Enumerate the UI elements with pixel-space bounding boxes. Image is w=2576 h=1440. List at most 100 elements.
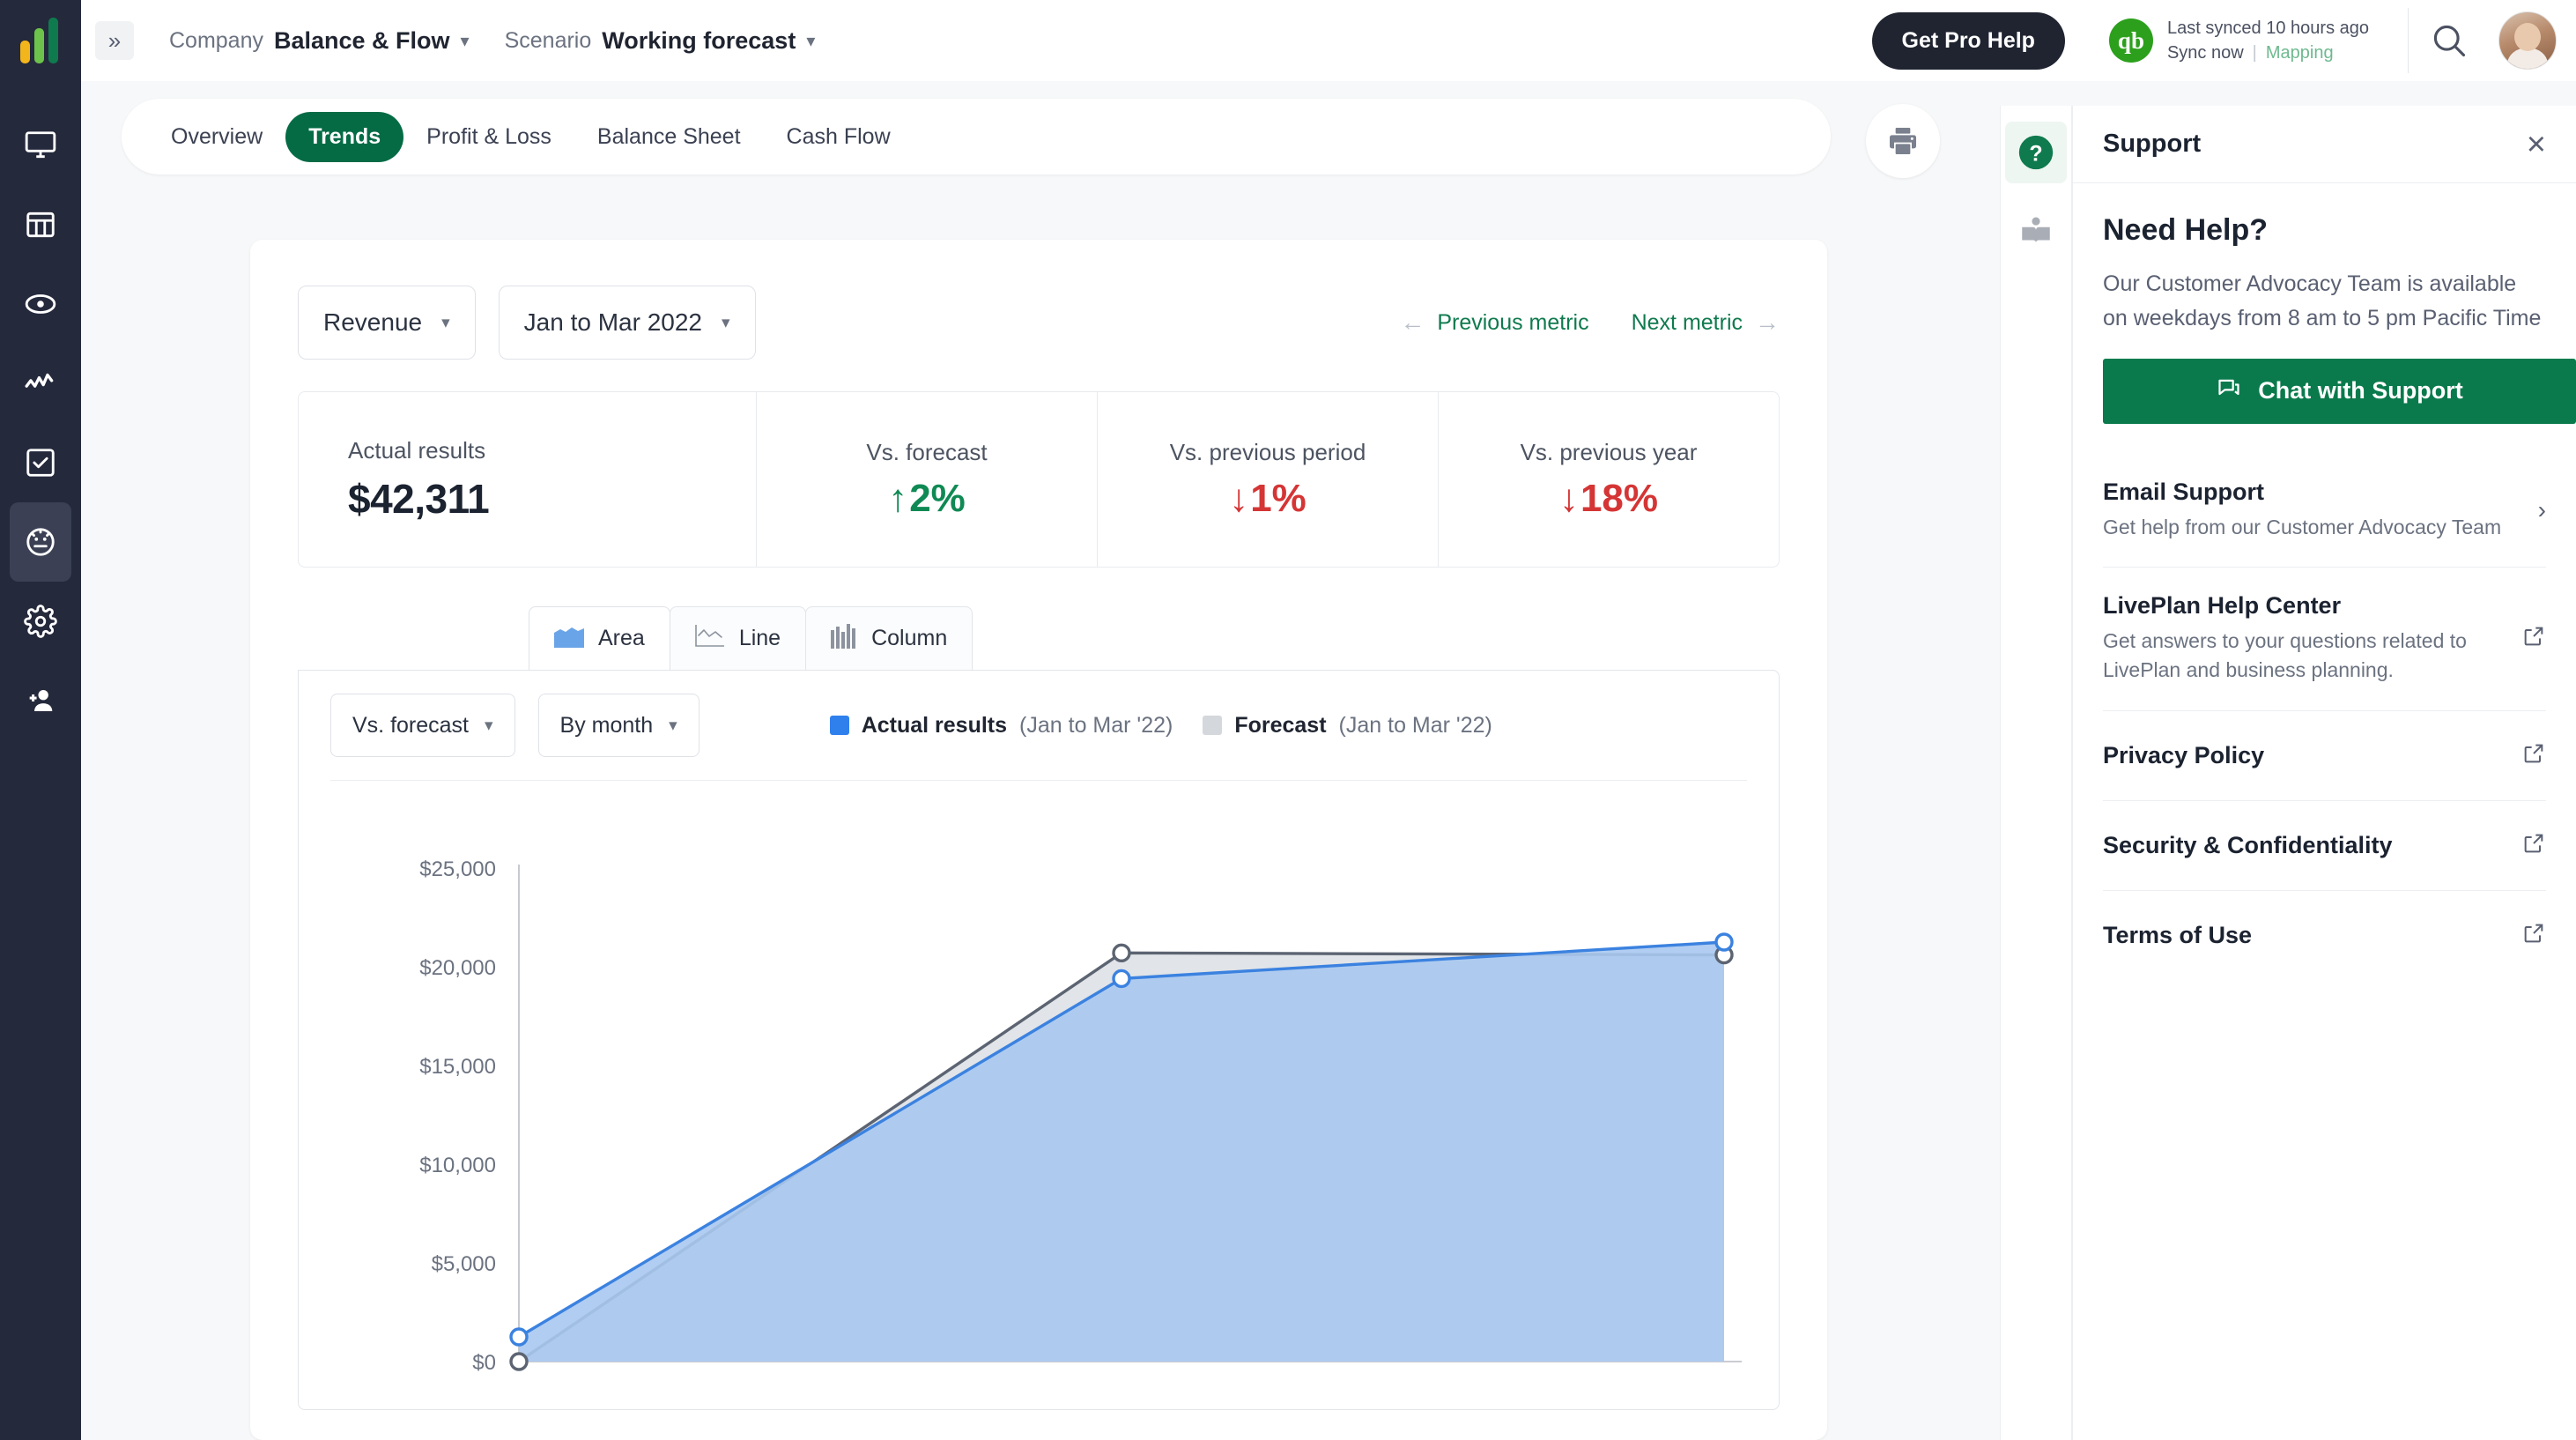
kpi-label: Actual results [348, 437, 485, 464]
support-row-text: Security & Confidentiality [2103, 832, 2507, 859]
sidebar-item-dashboard[interactable] [10, 106, 71, 185]
svg-text:?: ? [2029, 142, 2042, 167]
chart-point[interactable] [1114, 945, 1129, 961]
kpi-value: ↑2% [888, 477, 966, 521]
sidebar-expand-icon[interactable]: » [95, 21, 134, 60]
chart-tab-area[interactable]: Area [529, 606, 670, 670]
period-dropdown[interactable]: Jan to Mar 2022 ▾ [499, 286, 756, 360]
line-chart-icon [695, 624, 725, 653]
next-metric-label: Next metric [1632, 310, 1743, 336]
chart-tab-label: Column [871, 626, 947, 651]
tab-overview[interactable]: Overview [148, 112, 285, 162]
link-separator: | [2253, 43, 2257, 63]
chevron-down-icon: ▾ [806, 30, 815, 52]
arrow-up-icon: ↑ [888, 477, 907, 521]
company-selector[interactable]: Company Balance & Flow ▾ [169, 27, 470, 55]
support-row-title: LivePlan Help Center [2103, 592, 2507, 620]
legend-swatch [830, 716, 849, 735]
metric-dropdown-value: Revenue [323, 308, 422, 337]
sidebar-item-performance-trends[interactable] [10, 344, 71, 423]
support-row-title: Terms of Use [2103, 922, 2507, 949]
sidebar-item-invite-user[interactable] [10, 661, 71, 740]
y-axis-tick-label: $0 [472, 1351, 496, 1375]
external-link-icon [2521, 741, 2546, 770]
chat-bubble-icon [2216, 375, 2242, 406]
area-chart-icon [554, 625, 584, 652]
sidebar-item-pitch[interactable] [10, 264, 71, 344]
support-row-text: LivePlan Help Center Get answers to your… [2103, 592, 2507, 686]
support-panel-header: Support × [2073, 106, 2576, 183]
support-row-security-confidentiality[interactable]: Security & Confidentiality [2103, 800, 2546, 890]
knowledge-base-icon[interactable] [2005, 201, 2067, 263]
y-axis-tick-label: $25,000 [419, 857, 496, 881]
report-tabs: Overview Trends Profit & Loss Balance Sh… [122, 99, 1831, 174]
support-panel: Support × Need Help? Our Customer Advoca… [2072, 106, 2576, 1440]
chevron-down-icon: ▾ [461, 30, 470, 52]
chart-point[interactable] [511, 1354, 527, 1369]
legend-label: Forecast [1234, 713, 1326, 739]
chart-tab-line[interactable]: Line [670, 606, 806, 670]
external-link-icon [2521, 831, 2546, 860]
sidebar-item-settings[interactable] [10, 582, 71, 661]
support-row-text: Email Support Get help from our Customer… [2103, 479, 2524, 542]
chart-tab-label: Area [598, 626, 645, 651]
mapping-link[interactable]: Mapping [2266, 43, 2334, 63]
liveplan-logo-icon[interactable] [0, 0, 81, 81]
arrow-left-icon: ← [1400, 308, 1425, 337]
chat-with-support-button[interactable]: Chat with Support [2103, 359, 2576, 424]
legend-item-forecast[interactable]: Forecast (Jan to Mar '22) [1203, 713, 1492, 739]
arrow-down-icon: ↓ [1229, 477, 1248, 521]
chart-point[interactable] [1716, 934, 1732, 950]
kpi-vs-previous-year: Vs. previous year ↓18% [1439, 392, 1779, 567]
chevron-down-icon: ▾ [485, 716, 493, 736]
kpi-label: Vs. forecast [866, 439, 987, 466]
support-row-help-center[interactable]: LivePlan Help Center Get answers to your… [2103, 567, 2546, 710]
quickbooks-sync-block: qb Last synced 10 hours ago Sync now | M… [2109, 8, 2409, 73]
chevron-down-icon: ▾ [669, 716, 677, 736]
sidebar-item-milestones[interactable] [10, 423, 71, 502]
sidebar-item-support[interactable] [10, 502, 71, 582]
left-nav-items [10, 106, 71, 740]
get-pro-help-button[interactable]: Get Pro Help [1872, 12, 2065, 70]
support-row-text: Privacy Policy [2103, 742, 2507, 769]
sidebar-item-forecast-table[interactable] [10, 185, 71, 264]
support-row-email-support[interactable]: Email Support Get help from our Customer… [2103, 454, 2546, 567]
sync-now-link[interactable]: Sync now [2167, 43, 2244, 63]
chart-point[interactable] [511, 1329, 527, 1345]
compare-dropdown[interactable]: Vs. forecast ▾ [330, 694, 515, 757]
chart-type-tabs: Area Line Column [529, 606, 1827, 670]
company-value: Balance & Flow [274, 27, 450, 55]
user-avatar[interactable] [2498, 11, 2557, 70]
kpi-value: ↓18% [1559, 477, 1658, 521]
previous-metric-button[interactable]: ← Previous metric [1400, 308, 1588, 337]
legend-label: Actual results [862, 713, 1007, 739]
tab-cash-flow[interactable]: Cash Flow [764, 112, 914, 162]
scenario-selector[interactable]: Scenario Working forecast ▾ [505, 27, 816, 55]
print-button[interactable] [1866, 104, 1940, 178]
metric-controls-row: Revenue ▾ Jan to Mar 2022 ▾ ← Previous m… [250, 240, 1827, 360]
support-row-privacy-policy[interactable]: Privacy Policy [2103, 710, 2546, 800]
quickbooks-icon: qb [2109, 19, 2153, 63]
support-row-text: Terms of Use [2103, 922, 2507, 949]
arrow-down-icon: ↓ [1559, 477, 1579, 521]
interval-dropdown[interactable]: By month ▾ [538, 694, 700, 757]
next-metric-button[interactable]: Next metric → [1632, 308, 1780, 337]
chart-tab-column[interactable]: Column [805, 606, 973, 670]
legend-item-actual-results[interactable]: Actual results (Jan to Mar '22) [830, 713, 1173, 739]
metric-dropdown[interactable]: Revenue ▾ [298, 286, 476, 360]
previous-metric-label: Previous metric [1437, 310, 1588, 336]
need-help-text: Our Customer Advocacy Team is available … [2103, 267, 2546, 336]
tab-trends[interactable]: Trends [285, 112, 403, 162]
support-row-terms-of-use[interactable]: Terms of Use [2103, 890, 2546, 980]
scenario-label: Scenario [505, 28, 592, 54]
close-icon[interactable]: × [2527, 128, 2546, 161]
help-question-icon[interactable]: ? [2005, 122, 2067, 183]
chart-point[interactable] [1114, 970, 1129, 986]
tab-balance-sheet[interactable]: Balance Sheet [574, 112, 764, 162]
support-links-list: Email Support Get help from our Customer… [2103, 454, 2546, 980]
metric-nav: ← Previous metric Next metric → [1400, 308, 1780, 337]
kpi-label: Vs. previous period [1170, 439, 1366, 466]
tab-profit-and-loss[interactable]: Profit & Loss [403, 112, 574, 162]
search-icon[interactable] [2409, 21, 2490, 60]
app-root: » Company Balance & Flow ▾ Scenario Work… [0, 0, 2576, 1440]
